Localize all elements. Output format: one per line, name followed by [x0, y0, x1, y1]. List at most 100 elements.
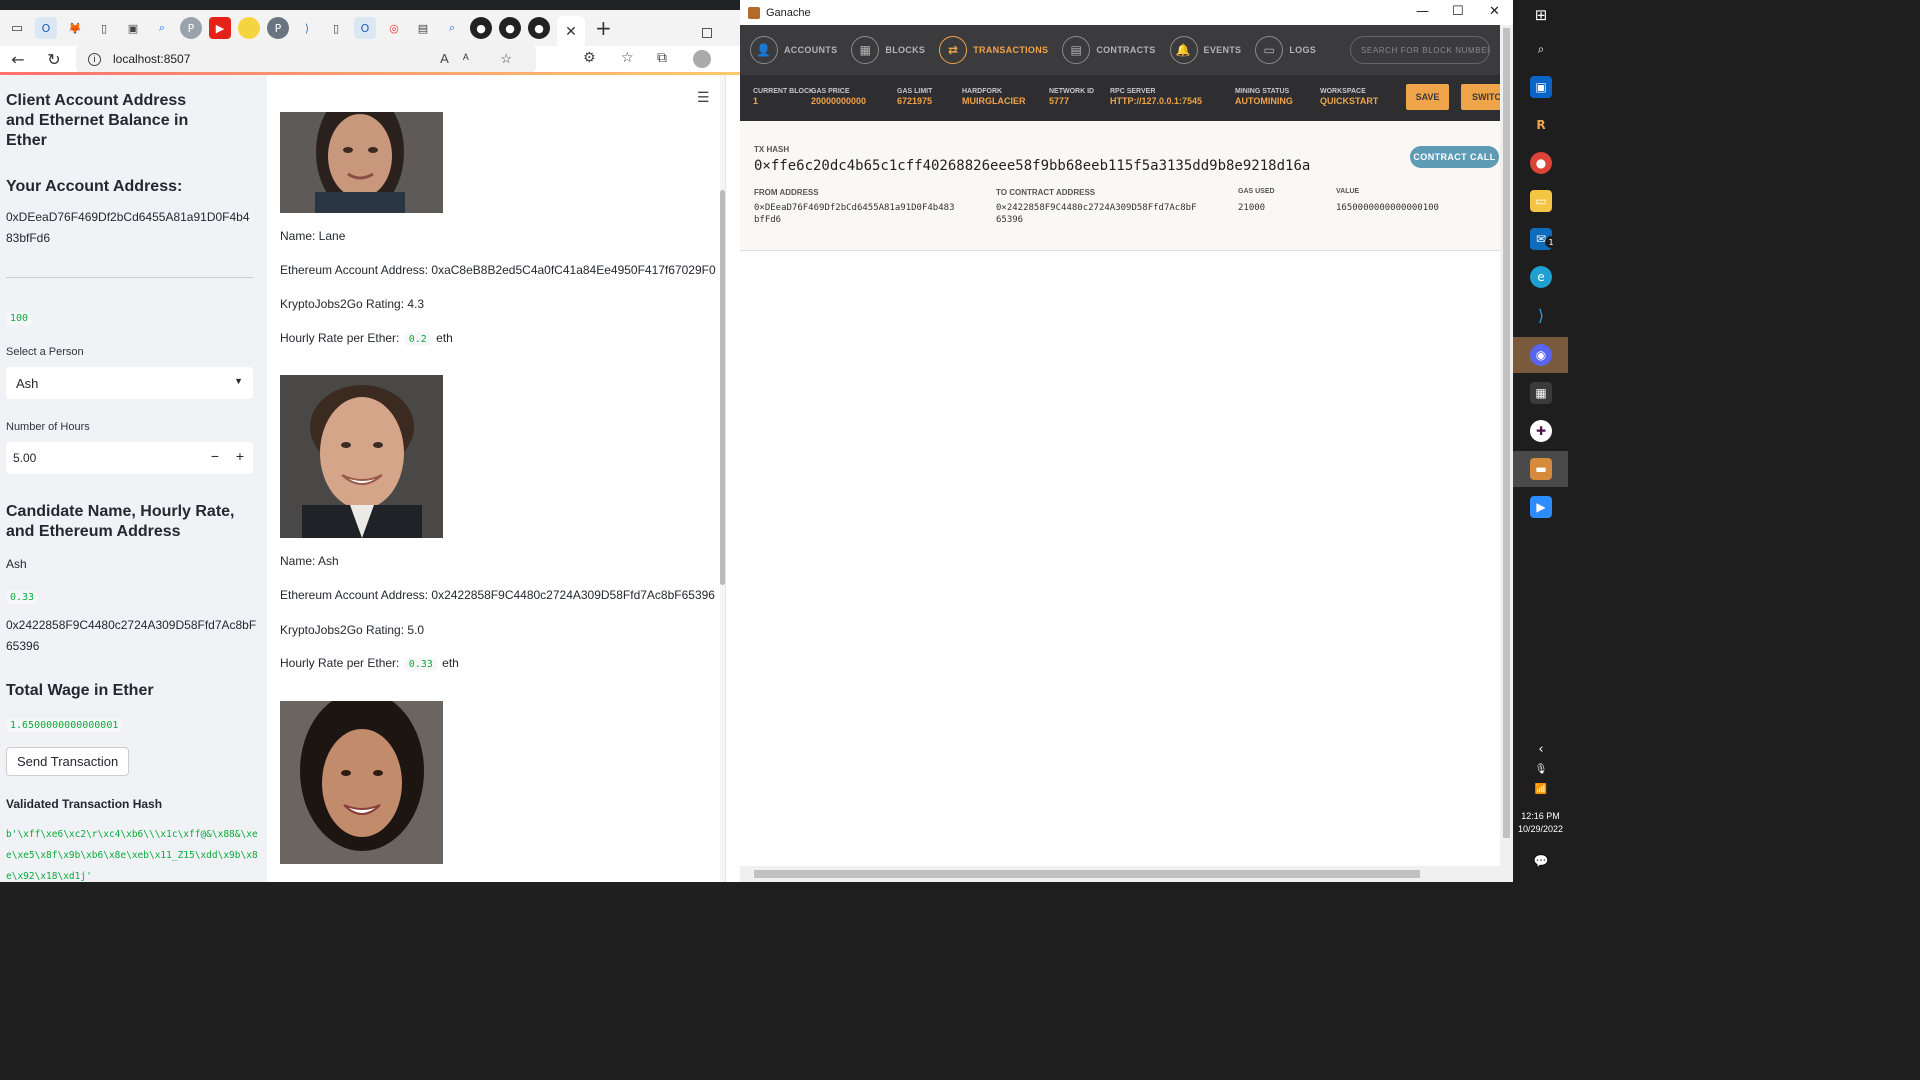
video-tab-icon[interactable]: ▣ — [122, 17, 144, 39]
refresh-icon[interactable]: ↻ — [36, 50, 72, 69]
dark-profile-tab-icon[interactable]: P — [267, 17, 289, 39]
candidate-2-rate: 0.33 — [404, 658, 437, 671]
site-info-icon[interactable]: i — [88, 52, 101, 66]
github-tab-icon[interactable]: ● — [470, 17, 492, 39]
search-tab-icon[interactable]: ⌕ — [151, 17, 173, 39]
clock-time[interactable]: 12:16 PM — [1513, 811, 1568, 821]
youtube-tab-icon[interactable]: ▶ — [209, 17, 231, 39]
nav-events[interactable]: 🔔 EVENTS — [1169, 36, 1242, 64]
notifications-icon[interactable]: 💬 — [1530, 850, 1552, 872]
windows-start-icon[interactable]: ⊞ — [1530, 4, 1552, 26]
new-tab-icon[interactable]: + — [595, 16, 612, 40]
hours-decrement-button[interactable]: − — [211, 448, 219, 464]
search-input[interactable]: SEARCH FOR BLOCK NUMBERS OR TX HASHES — [1350, 36, 1490, 64]
mic-camera-icon[interactable]: 🎙 — [1530, 758, 1552, 780]
candidate-2-rating: KryptoJobs2Go Rating: 5.0 — [280, 623, 425, 637]
nav-accounts[interactable]: 👤 ACCOUNTS — [750, 36, 837, 64]
transaction-detail-card[interactable]: TX HASH 0×ffe6c20dc4b65c1cff40268826eee5… — [740, 121, 1500, 251]
browser-maximize-icon[interactable] — [702, 28, 712, 38]
back-icon[interactable]: ← — [0, 50, 36, 69]
ganache-logo-icon — [748, 6, 760, 19]
gas-price-value: 20000000000 — [811, 96, 867, 106]
browser-side-panel — [725, 75, 740, 882]
nav-accounts-label: ACCOUNTS — [784, 45, 838, 55]
ganache-status-bar: CURRENT BLOCK 1 GAS PRICE 20000000000 GA… — [740, 75, 1513, 121]
navigation-bar: ← ↻ i localhost:8507 Aᴬ ☆ ⚙ ☆ ⧉ — [0, 46, 740, 72]
nav-blocks[interactable]: ▦ BLOCKS — [851, 36, 925, 64]
wifi-volume-icon[interactable]: 📶 — [1530, 778, 1552, 800]
ganache-window: Ganache — ☐ ✕ 👤 ACCOUNTS ▦ BLOCKS ⇄ TRAN… — [740, 0, 1513, 882]
file-explorer-icon[interactable]: ▭ — [1530, 190, 1552, 212]
candidate-photo-third — [280, 701, 443, 864]
hours-increment-button[interactable]: + — [236, 448, 244, 464]
maximize-icon[interactable]: ☐ — [1452, 4, 1464, 19]
account-heading: Your Account Address: — [6, 178, 183, 195]
ganache-taskbar-icon[interactable]: ▬ — [1530, 458, 1552, 480]
discord-icon[interactable]: ◉ — [1530, 344, 1552, 366]
edge-icon[interactable]: e — [1530, 266, 1552, 288]
account-balance: 100 — [6, 312, 33, 325]
close-icon[interactable]: ✕ — [1489, 4, 1500, 19]
browser-profile-icon[interactable] — [693, 50, 711, 68]
nav-transactions[interactable]: ⇄ TRANSACTIONS — [939, 36, 1048, 64]
slack-icon[interactable]: ✚ — [1530, 420, 1552, 442]
profile-tab-icon[interactable]: P — [180, 17, 202, 39]
vscode-tab-icon[interactable]: ⟩ — [296, 17, 318, 39]
calculator-icon[interactable]: ▦ — [1530, 382, 1552, 404]
workspace-label: WORKSPACE — [1320, 88, 1366, 95]
ganache-vertical-thumb[interactable] — [1503, 28, 1510, 838]
nav-contracts[interactable]: ▤ CONTRACTS — [1062, 36, 1155, 64]
hours-number-input[interactable]: 5.00 − + — [6, 442, 253, 474]
zoom-icon[interactable]: ▶ — [1530, 496, 1552, 518]
extensions-icon[interactable]: ⚙ — [583, 50, 596, 66]
page-tab-icon[interactable]: ▯ — [93, 17, 115, 39]
select-person-dropdown[interactable]: Ash ▼ — [6, 367, 253, 399]
yellow-circle-tab-icon[interactable] — [238, 17, 260, 39]
candidate-rate: 0.33 — [6, 591, 39, 604]
candidate-2-name: Name: Ash — [280, 554, 339, 568]
nav-logs[interactable]: ▭ LOGS — [1255, 36, 1316, 64]
sidebar-divider — [6, 277, 253, 278]
tab-actions-icon[interactable]: ▭ — [6, 17, 28, 39]
candidate-1-rating: KryptoJobs2Go Rating: 4.3 — [280, 297, 425, 311]
hardfork-value: MUIRGLACIER — [962, 96, 1026, 106]
ganache-horizontal-thumb[interactable] — [754, 870, 1420, 878]
minimize-icon[interactable]: — — [1416, 4, 1429, 19]
page-tab-icon-2[interactable]: ▯ — [325, 17, 347, 39]
favorites-icon[interactable]: ☆ — [621, 50, 634, 66]
blocks-icon: ▦ — [851, 36, 880, 64]
metamask-tab-icon[interactable]: 🦊 — [64, 17, 86, 39]
search-tab-icon-2[interactable]: ⌕ — [441, 17, 463, 39]
send-transaction-button[interactable]: Send Transaction — [6, 747, 130, 776]
clock-date[interactable]: 10/29/2022 — [1513, 824, 1568, 834]
outlook-tab-icon-2[interactable]: O — [354, 17, 376, 39]
vscode-icon[interactable]: ⟩ — [1530, 304, 1552, 326]
menu-icon[interactable]: ☰ — [697, 89, 710, 106]
active-tab-close-icon[interactable]: ✕ — [557, 16, 585, 46]
hardfork-stat: HARDFORK MUIRGLACIER — [962, 88, 1026, 106]
collections-icon[interactable]: ⧉ — [657, 50, 667, 66]
candidate-heading: Candidate Name, Hourly Rate, and Ethereu… — [6, 503, 235, 540]
search-icon[interactable]: ⌕ — [1530, 38, 1552, 60]
github-tab-icon-3[interactable]: ● — [528, 17, 550, 39]
store-icon[interactable]: ▣ — [1530, 76, 1552, 98]
total-wage-heading: Total Wage in Ether — [6, 682, 154, 699]
address-bar[interactable]: i localhost:8507 Aᴬ ☆ — [76, 46, 536, 72]
photo-tab-icon[interactable]: ▤ — [412, 17, 434, 39]
chevron-left-icon[interactable]: ‹ — [1530, 738, 1552, 760]
candidate-2-rate-row: Hourly Rate per Ether: 0.33 eth — [280, 656, 459, 671]
logs-icon: ▭ — [1255, 36, 1284, 64]
total-wage-value: 1.6500000000000001 — [6, 719, 123, 732]
outlook-tab-icon[interactable]: O — [35, 17, 57, 39]
nav-contracts-label: CONTRACTS — [1096, 45, 1156, 55]
read-aloud-favorite-icons[interactable]: Aᴬ ☆ — [440, 51, 526, 67]
rpc-server-stat: RPC SERVER HTTP://127.0.0.1:7545 — [1110, 88, 1202, 106]
github-tab-icon-2[interactable]: ● — [499, 17, 521, 39]
candidate-2-rate-unit: eth — [442, 656, 459, 670]
candidate-photo-ash — [280, 375, 443, 538]
rl-app-icon[interactable]: R — [1530, 114, 1552, 136]
ring-tab-icon[interactable]: ◎ — [383, 17, 405, 39]
chrome-icon[interactable]: ● — [1530, 152, 1552, 174]
value-amount: 1650000000000000100 — [1336, 203, 1439, 213]
save-button[interactable]: SAVE — [1406, 84, 1449, 110]
